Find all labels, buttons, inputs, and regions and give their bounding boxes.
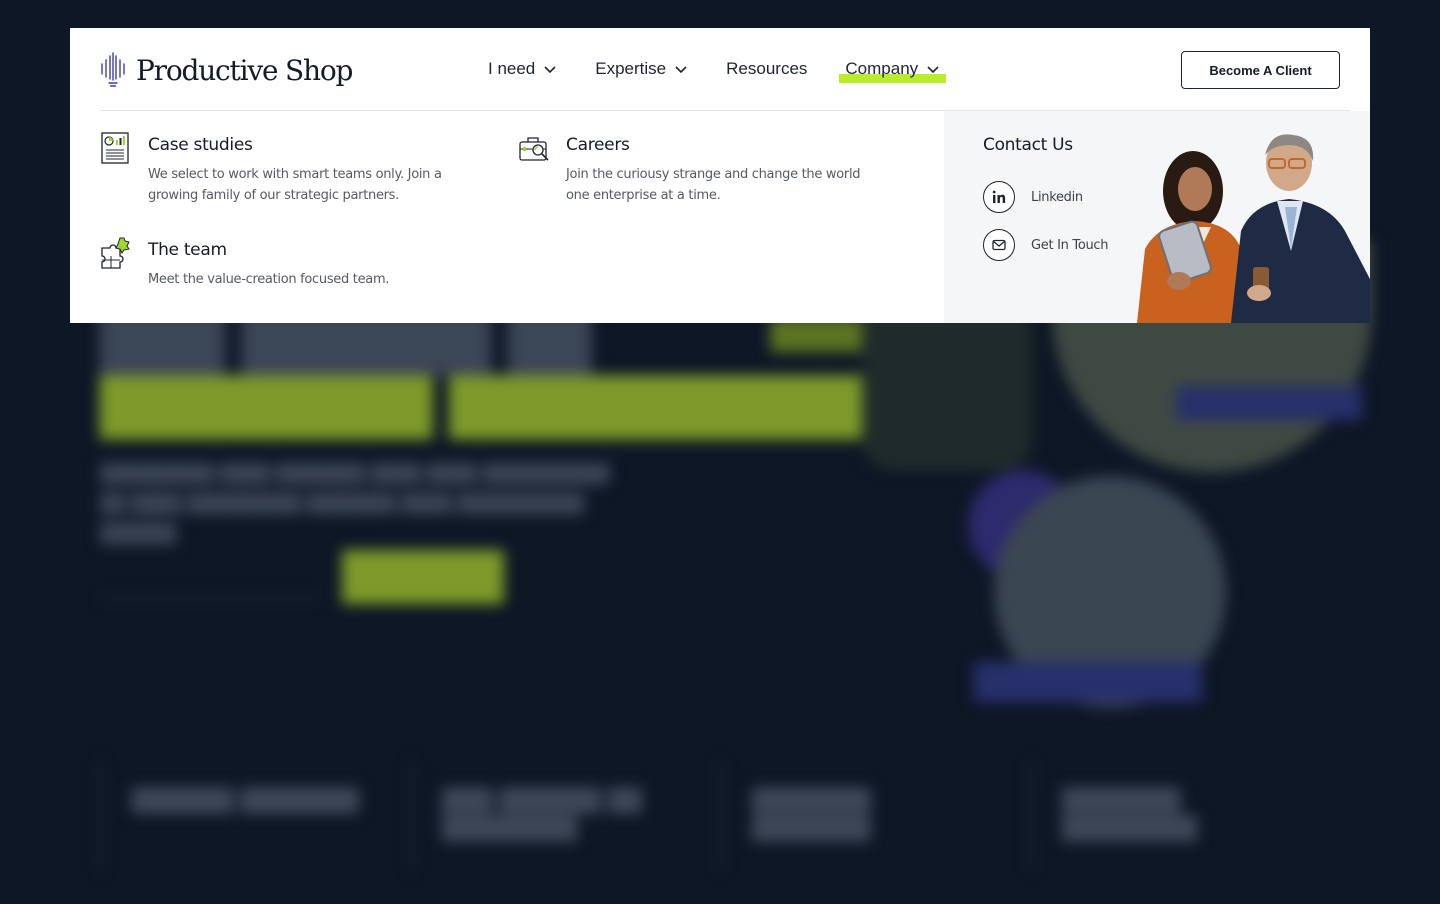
- menu-item-company[interactable]: Company: [839, 57, 947, 83]
- menu-link-title: The team: [148, 240, 227, 260]
- menu-item-label: I need: [488, 59, 536, 78]
- briefcase-search-icon: [519, 137, 549, 161]
- team-members-photo: [1137, 134, 1370, 323]
- get-in-touch-link[interactable]: Get In Touch: [983, 229, 1109, 261]
- menu-item-label: Company: [845, 59, 919, 78]
- hero-button-blurred: [342, 550, 504, 604]
- menu-item-label: Resources: [726, 59, 808, 78]
- hero-subtext-blurred: █████████ ████ ███████ ████ ████ ███████…: [100, 463, 610, 543]
- menu-link-the-team[interactable]: The team Meet the value-creation focused…: [100, 237, 500, 290]
- chevron-down-icon: [927, 66, 939, 74]
- hero-photo-1: [862, 300, 1032, 470]
- company-mega-menu: Productive Shop I need Expertise Resourc…: [70, 28, 1370, 323]
- feature-item: ██████ ███████: [100, 760, 410, 872]
- decorative-bar: [1176, 386, 1362, 420]
- menu-link-title: Case studies: [148, 135, 253, 155]
- hero-headline-blurred: ███ ██████ ██ ████████ ███████████: [100, 312, 907, 439]
- menu-item-label: Expertise: [595, 59, 667, 78]
- menu-link-description: We select to work with smart teams only.…: [148, 167, 442, 203]
- decorative-bar: [974, 662, 1202, 702]
- menu-link-description: Meet the value-creation focused team.: [148, 272, 390, 287]
- contact-panel: Contact Us Linkedin Get In Touch: [944, 111, 1370, 323]
- hero-photo-3: [994, 476, 1226, 708]
- feature-item: ███ ██████ ██ ████████: [410, 760, 720, 872]
- puzzle-team-icon: [101, 237, 130, 269]
- linkedin-label: Linkedin: [1031, 189, 1083, 205]
- brand-name: Productive Shop: [136, 53, 353, 87]
- main-menu: I need Expertise Resources Company: [486, 57, 976, 83]
- feature-item: ███████ ████████: [1030, 760, 1340, 872]
- menu-link-title: Careers: [566, 135, 630, 155]
- menu-item-i-need[interactable]: I need: [486, 57, 559, 81]
- brand-logo[interactable]: Productive Shop: [100, 52, 353, 88]
- get-in-touch-label: Get In Touch: [1031, 237, 1109, 253]
- menu-link-description: Join the curiousy strange and change the…: [566, 167, 861, 203]
- chevron-down-icon: [675, 66, 687, 74]
- menu-link-case-studies[interactable]: Case studies We select to work with smar…: [100, 132, 500, 206]
- feature-list-blurred: ██████ ███████ ███ ██████ ██ ████████ ███…: [100, 760, 1340, 872]
- feature-item: ███████ ███████: [720, 760, 1030, 872]
- hero-input-blurred: [100, 556, 320, 600]
- decorative-bar: [770, 318, 926, 352]
- logo-mark-icon: [101, 52, 125, 87]
- menu-item-expertise[interactable]: Expertise: [593, 57, 690, 81]
- report-chart-icon: [101, 132, 129, 164]
- become-a-client-button[interactable]: Become A Client: [1181, 51, 1340, 89]
- menu-link-careers[interactable]: Careers Join the curiousy strange and ch…: [518, 135, 918, 206]
- mail-icon: [983, 229, 1015, 261]
- menu-item-resources[interactable]: Resources: [724, 57, 809, 81]
- linkedin-link[interactable]: Linkedin: [983, 181, 1083, 213]
- contact-title: Contact Us: [983, 135, 1073, 155]
- chevron-down-icon: [544, 66, 556, 74]
- top-navigation: Productive Shop I need Expertise Resourc…: [70, 28, 1370, 111]
- linkedin-icon: [983, 181, 1015, 213]
- decorative-blob: [968, 470, 1078, 580]
